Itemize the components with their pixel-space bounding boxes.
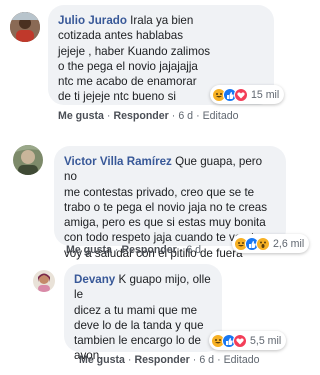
like-button[interactable]: Me gusta xyxy=(79,354,125,366)
reaction-count: 2,6 mil xyxy=(273,237,305,250)
comment-timestamp[interactable]: 6 d xyxy=(178,110,193,122)
edited-label[interactable]: Editado xyxy=(203,110,239,122)
comment-actions: Me gusta · Responder · 6 d xyxy=(66,244,201,256)
separator: · xyxy=(179,244,184,256)
comment-text: amiga, pero es que si estas muy bonita xyxy=(64,216,266,230)
separator: · xyxy=(217,354,221,366)
reaction-summary[interactable]: 15 mil xyxy=(210,85,285,104)
comment-text: tambien le encargo lo de xyxy=(74,334,201,348)
reaction-summary[interactable]: 2,6 mil xyxy=(232,234,310,253)
avatar[interactable] xyxy=(10,12,40,42)
love-icon xyxy=(234,87,248,102)
like-button[interactable]: Me gusta xyxy=(66,244,112,256)
comment-text: Irala ya bien xyxy=(130,14,194,27)
comment-actions: Me gusta · Responder · 6 d · Editado xyxy=(79,354,260,366)
reaction-count: 5,5 mil xyxy=(250,334,282,347)
comment-author[interactable]: Julio Jurado xyxy=(58,14,127,27)
edited-label[interactable]: Editado xyxy=(224,354,260,366)
avatar[interactable] xyxy=(33,270,55,292)
comment-text: trabo o te pega el novio jaja no te crea… xyxy=(64,200,268,214)
comment-bubble: Devany K guapo mijo, olle le dicez a tu … xyxy=(64,264,222,362)
comment-timestamp[interactable]: 6 d xyxy=(199,354,214,366)
comment-actions: Me gusta · Responder · 6 d · Editado xyxy=(58,110,239,122)
separator: · xyxy=(106,110,111,122)
comment-author[interactable]: Devany xyxy=(74,273,115,286)
separator: · xyxy=(127,354,132,366)
separator: · xyxy=(171,110,176,122)
comment-timestamp[interactable]: 6 d xyxy=(186,244,201,256)
comment-text: me contestas privado, creo que se te xyxy=(64,185,255,199)
reaction-summary[interactable]: 5,5 mil xyxy=(209,331,287,350)
comment-text: jejeje , haber Kuando zalimos xyxy=(58,44,211,58)
avatar[interactable] xyxy=(13,145,43,175)
comment-text: dicez a tu mami que me xyxy=(74,303,198,317)
comment-text: o the pega el novio jajajajja xyxy=(58,59,198,73)
separator: · xyxy=(114,244,119,256)
comment-bubble: Victor Villa Ramírez Que guapa, pero no … xyxy=(54,146,286,260)
comment-text: deve lo de la tanda y que xyxy=(74,318,204,332)
like-button[interactable]: Me gusta xyxy=(58,110,104,122)
wow-icon xyxy=(256,236,270,251)
comment-author[interactable]: Victor Villa Ramírez xyxy=(64,155,172,168)
reply-button[interactable]: Responder xyxy=(121,244,176,256)
reply-button[interactable]: Responder xyxy=(134,354,189,366)
love-icon xyxy=(233,333,247,348)
separator: · xyxy=(196,110,200,122)
comment-text: cotizada antes hablabas xyxy=(58,29,184,43)
reply-button[interactable]: Responder xyxy=(113,110,168,122)
reaction-count: 15 mil xyxy=(251,88,280,101)
separator: · xyxy=(192,354,197,366)
